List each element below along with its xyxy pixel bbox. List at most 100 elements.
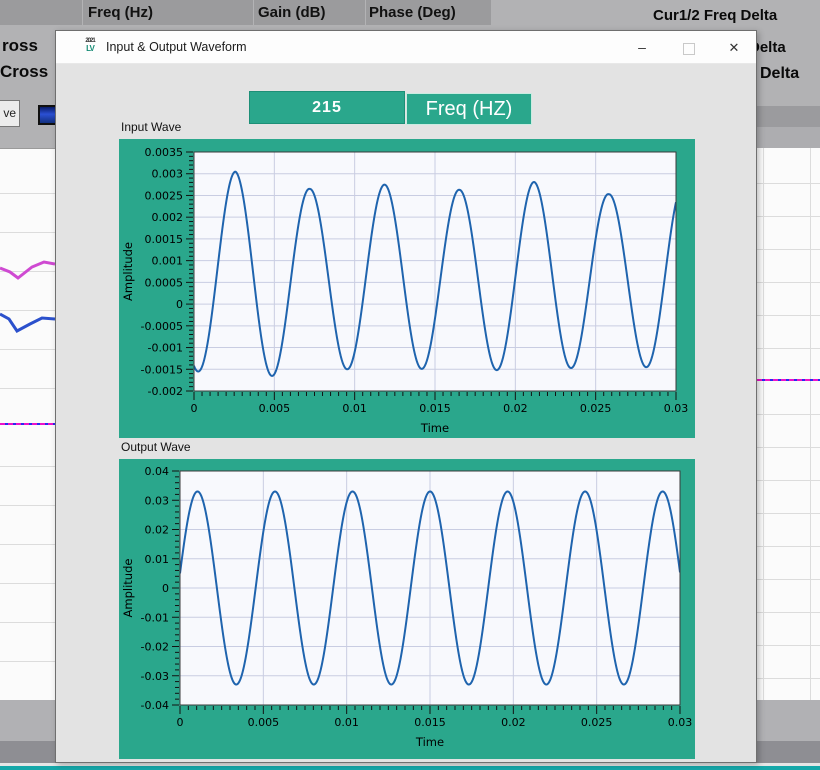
grid-line [0,505,55,506]
left-row-label-2: Cross [0,62,48,82]
x-tick-label: 0.005 [259,402,291,415]
grid-line [757,348,820,349]
background-chart-right [757,148,820,700]
y-tick-label: -0.0005 [141,320,183,333]
grid-line [757,282,820,283]
right-delta-label-2: Delta [760,65,799,83]
output-wave-title: Output Wave [121,440,191,454]
header-separator [253,0,254,25]
x-tick-label: 0.015 [419,402,451,415]
grid-line [0,466,55,467]
screen: { "background": { "header_columns": ["Fr… [0,0,820,770]
freq-value-indicator[interactable]: 215 [249,91,405,124]
grid-line [757,183,820,184]
labview-icon: 2021 LV [81,38,99,56]
grid-line [757,579,820,580]
grid-line [763,148,764,700]
header-separator [82,0,83,25]
y-axis-title: Amplitude [121,242,135,301]
y-tick-label: 0 [176,298,183,311]
grid-line [757,249,820,250]
y-tick-label: 0.0035 [145,146,184,159]
y-tick-label: -0.0015 [141,363,183,376]
x-tick-label: 0.01 [342,402,367,415]
x-tick-label: 0.02 [503,402,528,415]
grid-line [757,645,820,646]
minimize-button[interactable]: – [627,31,657,64]
cursor-dashed-line[interactable] [757,379,820,381]
y-tick-label: 0.001 [152,255,184,268]
x-tick-label: 0.025 [581,716,613,729]
y-tick-label: 0.002 [152,211,184,224]
y-tick-label: 0.01 [145,553,170,566]
grid-line [0,583,55,584]
y-tick-label: 0.0025 [145,189,184,202]
grid-line [0,388,55,389]
grid-line [757,612,820,613]
y-tick-label: -0.02 [141,641,169,654]
right-gray-band-1 [757,106,820,127]
header-freq: Freq (Hz) [88,0,153,25]
x-tick-label: 0.02 [501,716,526,729]
freq-unit-label: Freq (HZ) [406,93,532,125]
x-tick-label: 0 [177,716,184,729]
window-title: Input & Output Waveform [106,31,247,64]
input-wave-plot: 0 0.005 0.01 0.015 0.02 0.025 0.03 0.0035 0.003 0… [119,139,695,438]
x-tick-label: 0.025 [580,402,612,415]
input-wave-title: Input Wave [121,120,181,134]
x-tick-label: 0.01 [334,716,359,729]
grid-line [757,414,820,415]
output-wave-graph: 00.0050.010.0150.020.0250.030.040.030.02… [119,459,695,759]
waveform-window: 2021 LV Input & Output Waveform – ✕ 215 … [55,30,757,763]
grid-line [757,216,820,217]
x-tick-label: 0.03 [664,402,689,415]
x-tick-label: 0.005 [248,716,279,729]
grid-line [0,544,55,545]
close-button[interactable]: ✕ [719,31,749,64]
grid-line [0,622,55,623]
y-tick-label: -0.04 [141,699,169,712]
grid-line [757,480,820,481]
y-tick-label: 0.02 [145,524,170,537]
y-axis-title: Amplitude [121,559,135,618]
y-tick-label: 0.04 [145,465,170,478]
output-wave-plot: 00.0050.010.0150.020.0250.030.040.030.02… [119,459,695,759]
grid-line [757,678,820,679]
grid-line [757,513,820,514]
x-tick-label: 0.015 [414,716,446,729]
y-tick-label: -0.03 [141,670,169,683]
grid-line [0,349,55,350]
grid-line [0,232,55,233]
title-bar[interactable]: 2021 LV Input & Output Waveform – ✕ [56,31,756,64]
y-tick-label: 0 [162,582,169,595]
wave-dropdown-fragment[interactable]: ve [0,100,20,127]
x-axis-title: Time [420,421,449,435]
y-tick-label: -0.001 [148,342,183,355]
y-tick-label: -0.01 [141,611,169,624]
grid-line [757,546,820,547]
input-wave-graph: 0 0.005 0.01 0.015 0.02 0.025 0.03 0.0035 0.003 0… [119,139,695,438]
y-tick-label: 0.0005 [145,276,184,289]
bottom-teal-bar [0,766,820,770]
grid-line [757,315,820,316]
right-gray-band-2 [757,127,820,148]
x-tick-label: 0 [191,402,198,415]
blue-trace [0,306,55,341]
y-tick-label: 0.003 [152,168,184,181]
x-axis-title: Time [415,735,444,749]
magenta-trace [0,256,55,286]
y-tick-label: -0.002 [148,385,183,398]
y-tick-label: 0.0015 [145,233,184,246]
grid-line [810,148,811,700]
header-separator [365,0,366,25]
maximize-button[interactable] [674,31,704,64]
background-chart-left [0,148,55,701]
header-phase: Phase (Deg) [369,0,456,25]
x-tick-label: 0.03 [668,716,693,729]
header-gain: Gain (dB) [258,0,326,25]
grid-line [0,193,55,194]
grid-line [0,661,55,662]
cur-freq-delta-label: Cur1/2 Freq Delta [653,7,777,24]
cursor-dashed-line[interactable] [0,423,55,425]
maximize-icon [683,43,695,55]
